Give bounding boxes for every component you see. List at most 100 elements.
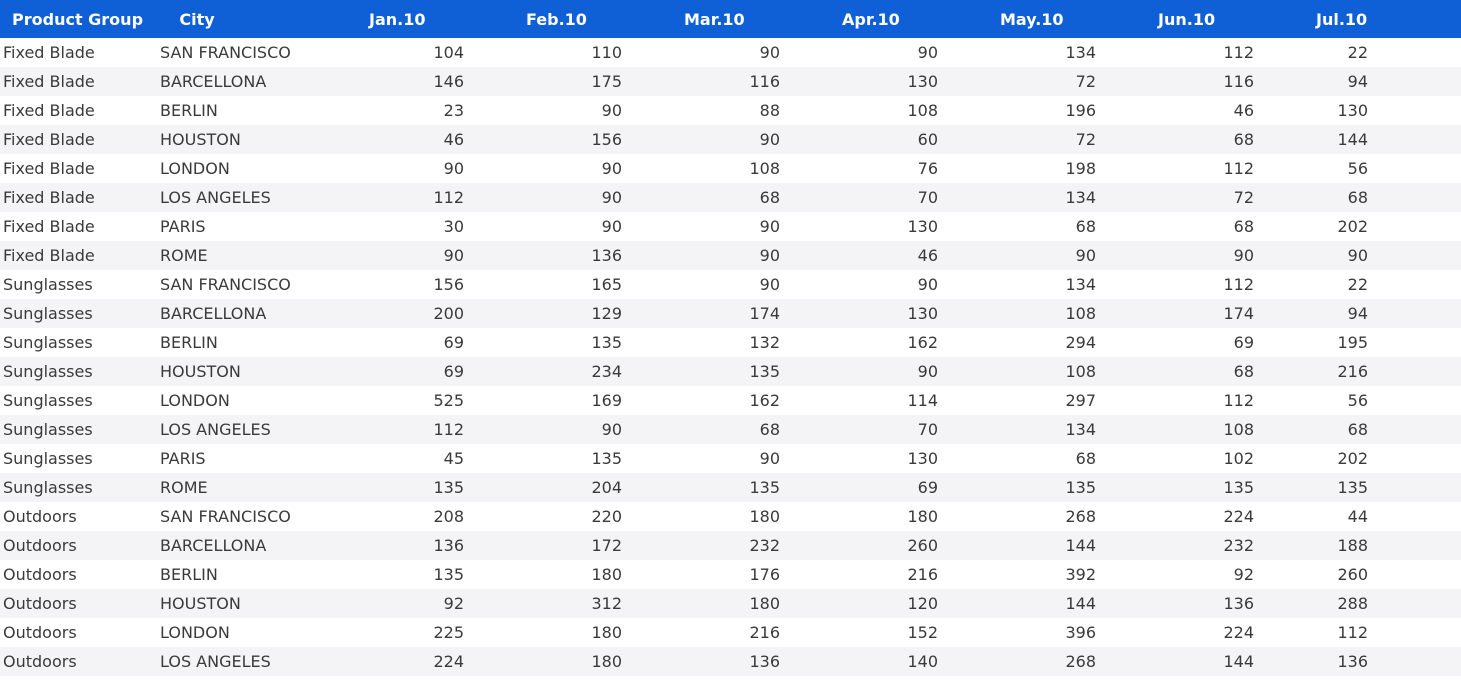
header-feb[interactable]: Feb.10 xyxy=(464,10,622,29)
table-row[interactable]: Sunglasses HOUSTON 69 234 135 90 108 68 216 xyxy=(0,357,1461,386)
cell-jul: 202 xyxy=(1337,449,1368,468)
cell-apr: 120 xyxy=(907,594,938,613)
cell-jan: 208 xyxy=(433,507,464,526)
cell-product-group: Fixed Blade xyxy=(3,101,95,120)
cell-jun: 224 xyxy=(1223,507,1254,526)
cell-product-group: Sunglasses xyxy=(3,304,93,323)
cell-feb: 172 xyxy=(591,536,622,555)
cell-jan: 224 xyxy=(433,652,464,671)
cell-apr: 216 xyxy=(907,565,938,584)
pivot-grid: Product Group City Jan.10 Feb.10 Mar.10 … xyxy=(0,0,1461,676)
header-jan[interactable]: Jan.10 xyxy=(306,10,464,29)
cell-jun: 46 xyxy=(1233,101,1254,120)
cell-jun: 144 xyxy=(1223,652,1254,671)
cell-city: SAN FRANCISCO xyxy=(160,43,291,62)
cell-jan: 69 xyxy=(443,333,464,352)
cell-mar: 132 xyxy=(749,333,780,352)
header-jun[interactable]: Jun.10 xyxy=(1096,10,1254,29)
table-row[interactable]: Outdoors BARCELLONA 136 172 232 260 144 232 188 xyxy=(0,531,1461,560)
cell-may: 196 xyxy=(1065,101,1096,120)
cell-mar: 90 xyxy=(759,217,780,236)
header-may[interactable]: May.10 xyxy=(938,10,1096,29)
table-row[interactable]: Outdoors LOS ANGELES 224 180 136 140 268 144 136 xyxy=(0,647,1461,676)
cell-apr: 162 xyxy=(907,333,938,352)
table-row[interactable]: Outdoors HOUSTON 92 312 180 120 144 136 288 xyxy=(0,589,1461,618)
table-row[interactable]: Sunglasses ROME 135 204 135 69 135 135 135 xyxy=(0,473,1461,502)
table-row[interactable]: Outdoors BERLIN 135 180 176 216 392 92 260 xyxy=(0,560,1461,589)
cell-jun: 108 xyxy=(1223,420,1254,439)
table-row[interactable]: Fixed Blade BERLIN 23 90 88 108 196 46 130 xyxy=(0,96,1461,125)
header-product-group[interactable]: Product Group xyxy=(0,10,148,29)
cell-mar: 90 xyxy=(759,130,780,149)
table-row[interactable]: Sunglasses BARCELLONA 200 129 174 130 108 174 94 xyxy=(0,299,1461,328)
cell-mar: 216 xyxy=(749,623,780,642)
cell-jan: 90 xyxy=(443,159,464,178)
cell-may: 392 xyxy=(1065,565,1096,584)
table-row[interactable]: Sunglasses LONDON 525 169 162 114 297 112 56 xyxy=(0,386,1461,415)
cell-jan: 136 xyxy=(433,536,464,555)
cell-city: BERLIN xyxy=(160,565,218,584)
cell-feb: 90 xyxy=(601,159,622,178)
cell-jul: 68 xyxy=(1347,420,1368,439)
cell-feb: 180 xyxy=(591,623,622,642)
cell-apr: 114 xyxy=(907,391,938,410)
cell-feb: 220 xyxy=(591,507,622,526)
header-city[interactable]: City xyxy=(148,10,306,29)
table-row[interactable]: Outdoors SAN FRANCISCO 208 220 180 180 268 224 4… xyxy=(0,502,1461,531)
cell-mar: 90 xyxy=(759,275,780,294)
cell-mar: 174 xyxy=(749,304,780,323)
table-row[interactable]: Fixed Blade SAN FRANCISCO 104 110 90 90 134 112… xyxy=(0,38,1461,67)
cell-feb: 165 xyxy=(591,275,622,294)
cell-jul: 56 xyxy=(1347,391,1368,410)
cell-product-group: Fixed Blade xyxy=(3,159,95,178)
cell-jun: 72 xyxy=(1233,188,1254,207)
cell-may: 108 xyxy=(1065,362,1096,381)
cell-product-group: Sunglasses xyxy=(3,478,93,497)
cell-city: PARIS xyxy=(160,217,206,236)
cell-apr: 152 xyxy=(907,623,938,642)
cell-city: HOUSTON xyxy=(160,130,241,149)
table-row[interactable]: Fixed Blade PARIS 30 90 90 130 68 68 202 xyxy=(0,212,1461,241)
cell-city: BERLIN xyxy=(160,101,218,120)
cell-apr: 140 xyxy=(907,652,938,671)
cell-mar: 108 xyxy=(749,159,780,178)
cell-jun: 90 xyxy=(1233,246,1254,265)
table-row[interactable]: Sunglasses LOS ANGELES 112 90 68 70 134 108 68 xyxy=(0,415,1461,444)
cell-feb: 90 xyxy=(601,101,622,120)
cell-city: ROME xyxy=(160,246,208,265)
cell-jul: 90 xyxy=(1347,246,1368,265)
table-row[interactable]: Sunglasses BERLIN 69 135 132 162 294 69 195 xyxy=(0,328,1461,357)
cell-city: LOS ANGELES xyxy=(160,652,271,671)
cell-jan: 30 xyxy=(443,217,464,236)
table-row[interactable]: Fixed Blade LONDON 90 90 108 76 198 112 56 xyxy=(0,154,1461,183)
table-row[interactable]: Fixed Blade BARCELLONA 146 175 116 130 72 116 94 xyxy=(0,67,1461,96)
cell-apr: 76 xyxy=(917,159,938,178)
cell-city: LONDON xyxy=(160,391,230,410)
cell-jul: 202 xyxy=(1337,217,1368,236)
cell-may: 90 xyxy=(1075,246,1096,265)
table-row[interactable]: Outdoors LONDON 225 180 216 152 396 224 112 xyxy=(0,618,1461,647)
cell-jan: 146 xyxy=(433,72,464,91)
header-jul[interactable]: Jul.10 xyxy=(1254,10,1415,29)
cell-jan: 135 xyxy=(433,478,464,497)
header-apr[interactable]: Apr.10 xyxy=(780,10,938,29)
cell-jan: 112 xyxy=(433,420,464,439)
cell-jul: 188 xyxy=(1337,536,1368,555)
table-row[interactable]: Fixed Blade HOUSTON 46 156 90 60 72 68 144 xyxy=(0,125,1461,154)
cell-mar: 232 xyxy=(749,536,780,555)
cell-city: SAN FRANCISCO xyxy=(160,507,291,526)
table-row[interactable]: Fixed Blade LOS ANGELES 112 90 68 70 134 72 68 xyxy=(0,183,1461,212)
cell-jun: 68 xyxy=(1233,130,1254,149)
table-row[interactable]: Fixed Blade ROME 90 136 90 46 90 90 90 xyxy=(0,241,1461,270)
cell-may: 72 xyxy=(1075,72,1096,91)
table-row[interactable]: Sunglasses SAN FRANCISCO 156 165 90 90 134 112 2… xyxy=(0,270,1461,299)
cell-may: 144 xyxy=(1065,536,1096,555)
cell-jan: 104 xyxy=(433,43,464,62)
cell-jun: 112 xyxy=(1223,159,1254,178)
header-mar[interactable]: Mar.10 xyxy=(622,10,780,29)
cell-apr: 260 xyxy=(907,536,938,555)
cell-mar: 68 xyxy=(759,420,780,439)
cell-city: BARCELLONA xyxy=(160,536,267,555)
table-row[interactable]: Sunglasses PARIS 45 135 90 130 68 102 202 xyxy=(0,444,1461,473)
cell-product-group: Fixed Blade xyxy=(3,72,95,91)
